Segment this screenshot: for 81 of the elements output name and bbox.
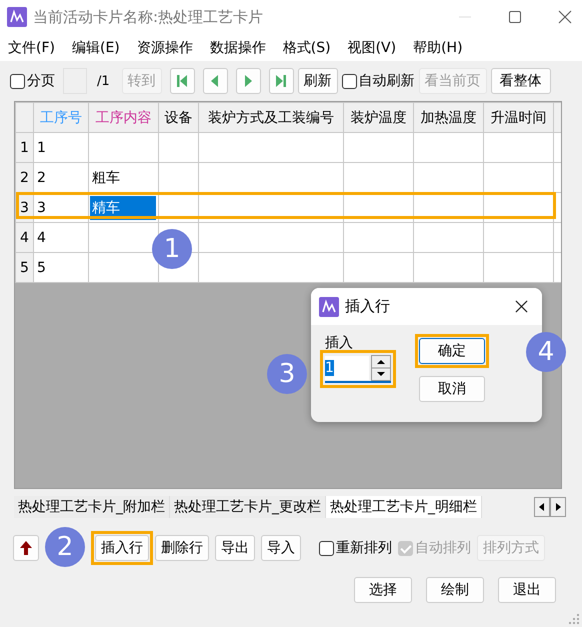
- scroll-left-icon[interactable]: [534, 497, 550, 517]
- window-title: 当前活动卡片名称:热处理工艺卡片: [33, 8, 264, 26]
- next-page-button[interactable]: [236, 68, 261, 94]
- sheet-tab[interactable]: 热处理工艺卡片_附加栏: [14, 496, 170, 518]
- first-page-icon[interactable]: [176, 74, 188, 88]
- footer-button[interactable]: 绘制: [426, 577, 484, 603]
- table-cell: [344, 222, 414, 252]
- cell-text: 1: [37, 140, 46, 156]
- corner-cell: [16, 102, 34, 132]
- menu-item[interactable]: 帮助(H): [413, 38, 463, 56]
- previous-page-button[interactable]: [202, 68, 228, 94]
- column-header[interactable]: 升温时间: [484, 102, 554, 132]
- close-icon[interactable]: [558, 10, 572, 24]
- table-cell: [484, 162, 554, 192]
- row-action-button[interactable]: 导出: [215, 535, 255, 561]
- dialog-title: 插入行: [345, 297, 390, 316]
- column-header[interactable]: 装炉温度: [344, 102, 414, 132]
- row-action-button[interactable]: 插入行: [95, 535, 149, 561]
- spin-arrows-icon[interactable]: [371, 355, 391, 381]
- checkbox[interactable]: [319, 540, 334, 556]
- view-all-button[interactable]: 看整体: [490, 68, 551, 94]
- menu-item[interactable]: 数据操作: [210, 38, 266, 56]
- table-cell: [484, 132, 554, 162]
- table-cell: [414, 252, 484, 282]
- footer-button[interactable]: 选择: [354, 577, 412, 603]
- column-header[interactable]: 工序内容: [88, 102, 158, 132]
- row-header[interactable]: 4: [16, 222, 34, 252]
- step-number-badge: 2: [45, 527, 85, 567]
- row-header[interactable]: 1: [16, 132, 34, 162]
- cell-text: 3: [37, 200, 46, 216]
- checkbox-label: 重新排列: [336, 539, 392, 557]
- cell-text: 4: [37, 230, 46, 246]
- column-header[interactable]: 加热温度: [414, 102, 484, 132]
- resize-grip-icon[interactable]: [569, 614, 579, 624]
- column-header[interactable]: 设备: [158, 102, 198, 132]
- table-cell: [414, 162, 484, 192]
- next-page-icon[interactable]: [242, 74, 254, 88]
- ok-button[interactable]: 确定: [419, 338, 485, 364]
- table-cell: [344, 252, 414, 282]
- table-cell: [484, 222, 554, 252]
- first-page-button[interactable]: [170, 68, 195, 94]
- table-cell: [344, 162, 414, 192]
- checkbox-label: 分页: [27, 72, 55, 90]
- row-header[interactable]: 5: [16, 252, 34, 282]
- table-cell: [414, 132, 484, 162]
- column-header[interactable]: 装炉方式及工装编号: [198, 102, 344, 132]
- up-arrow-button[interactable]: [13, 535, 39, 561]
- table-cell: [484, 252, 554, 282]
- last-page-button[interactable]: [268, 68, 294, 94]
- last-page-icon[interactable]: [275, 74, 288, 88]
- close-icon[interactable]: [515, 300, 528, 313]
- sheet-tab[interactable]: 热处理工艺卡片_更改栏: [170, 496, 326, 518]
- menu-item[interactable]: 格式(S): [282, 38, 331, 56]
- sheet-tab[interactable]: 热处理工艺卡片_明细栏: [326, 496, 482, 518]
- app-icon: [7, 7, 27, 27]
- menu-item[interactable]: 视图(V): [348, 38, 396, 56]
- cell-text: 5: [37, 260, 46, 276]
- cancel-button[interactable]: 取消: [419, 376, 485, 402]
- checkbox[interactable]: [342, 74, 357, 88]
- checkbox-label: 自动排列: [415, 539, 471, 557]
- page-total: /1: [97, 74, 110, 88]
- cell-text: 粗车: [92, 168, 120, 186]
- cell-text: 2: [37, 170, 46, 186]
- checkbox[interactable]: [10, 74, 25, 88]
- table-cell: [344, 132, 414, 162]
- menu-item[interactable]: 文件(F): [8, 38, 55, 56]
- row-action-button[interactable]: 导入: [261, 535, 301, 561]
- menu-item[interactable]: 编辑(E): [72, 38, 120, 56]
- table-cell: [414, 222, 484, 252]
- scroll-right-icon[interactable]: [550, 497, 566, 517]
- checkbox-label: 自动刷新: [358, 72, 415, 90]
- menu-item[interactable]: 资源操作: [136, 38, 193, 56]
- refresh-button[interactable]: 刷新: [298, 68, 338, 94]
- field-label: 插入: [325, 334, 354, 352]
- up-arrow-icon[interactable]: [19, 540, 33, 556]
- row-action-button[interactable]: 删除行: [155, 535, 209, 561]
- row-header[interactable]: 2: [16, 162, 34, 192]
- app-icon: [319, 296, 339, 316]
- maximize-icon[interactable]: [508, 10, 522, 24]
- footer-button[interactable]: 退出: [498, 577, 556, 603]
- table-cell: [158, 132, 198, 162]
